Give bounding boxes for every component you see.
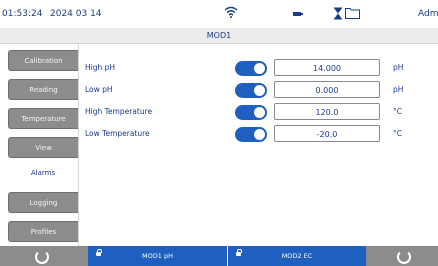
power-icon xyxy=(35,250,49,264)
alarm-unit: pH xyxy=(393,85,404,94)
hourglass-icon xyxy=(333,7,343,20)
toggle-knob xyxy=(254,85,265,96)
alarm-toggle-high-temperature[interactable] xyxy=(235,105,267,120)
toggle-knob xyxy=(254,129,265,140)
status-date: 2024 03 14 xyxy=(50,9,102,19)
alarm-unit: °C xyxy=(393,107,402,116)
alarm-toggle-high-ph[interactable] xyxy=(235,61,267,76)
wifi-icon xyxy=(224,6,238,18)
alarm-label: High Temperature xyxy=(85,107,153,116)
alarm-row-high-temperature: High Temperature 120.0 °C xyxy=(79,102,438,122)
tab-logging[interactable]: Logging xyxy=(8,192,78,213)
sidebar: Calibration Reading Temperature View Ala… xyxy=(0,44,78,246)
alarm-value-low-temperature[interactable]: -20.0 xyxy=(274,125,380,142)
alarm-value-high-ph[interactable]: 14.000 xyxy=(274,59,380,76)
alarm-row-low-temperature: Low Temperature -20.0 °C xyxy=(79,124,438,144)
status-bar: 01:53:24 2024 03 14 Adm xyxy=(0,0,438,27)
alarm-label: High pH xyxy=(85,63,116,72)
page-title: MOD1 xyxy=(0,28,438,44)
status-user: Adm xyxy=(418,9,438,19)
toggle-knob xyxy=(254,107,265,118)
right-nav-button[interactable] xyxy=(366,246,438,266)
tab-view[interactable]: View xyxy=(8,137,78,158)
power-icon xyxy=(397,250,411,264)
folder-icon xyxy=(345,8,360,19)
toggle-knob xyxy=(254,63,265,74)
tab-alarms[interactable]: Alarms xyxy=(8,163,78,184)
alarm-row-low-ph: Low pH 0.000 pH xyxy=(79,80,438,100)
alarms-panel: High pH 14.000 pH Low pH 0.000 pH High T… xyxy=(78,44,438,246)
alarm-value-high-temperature[interactable]: 120.0 xyxy=(274,103,380,120)
left-nav-button[interactable] xyxy=(0,246,88,266)
alarm-toggle-low-temperature[interactable] xyxy=(235,127,267,142)
sensor-label: MOD1 pH xyxy=(142,252,173,260)
bottom-bar: MOD1 pH MOD2 EC xyxy=(0,246,438,266)
sensor-tab-mod1[interactable]: MOD1 pH xyxy=(88,246,228,266)
alarm-unit: °C xyxy=(393,129,402,138)
alarm-value-low-ph[interactable]: 0.000 xyxy=(274,81,380,98)
tab-reading[interactable]: Reading xyxy=(8,79,78,100)
battery-icon xyxy=(293,12,303,16)
status-time: 01:53:24 xyxy=(2,9,43,19)
alarm-row-high-ph: High pH 14.000 pH xyxy=(79,58,438,78)
alarm-unit: pH xyxy=(393,63,404,72)
sensor-tab-mod2[interactable]: MOD2 EC xyxy=(228,246,366,266)
alarm-toggle-low-ph[interactable] xyxy=(235,83,267,98)
alarm-label: Low Temperature xyxy=(85,129,150,138)
tab-profiles[interactable]: Profiles xyxy=(8,221,78,242)
tab-temperature[interactable]: Temperature xyxy=(8,108,78,129)
alarm-label: Low pH xyxy=(85,85,113,94)
tab-calibration[interactable]: Calibration xyxy=(8,50,78,71)
sensor-label: MOD2 EC xyxy=(281,252,313,260)
